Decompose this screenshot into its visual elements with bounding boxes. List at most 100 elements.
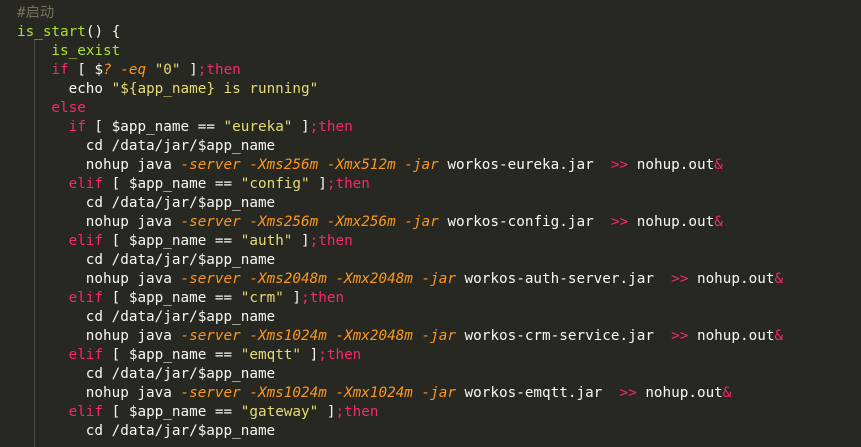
code-token: is_exist (51, 43, 121, 59)
code-editor[interactable]: #启动 is_start() {is_existif [ $? -eq "0" ]… (0, 0, 861, 447)
code-line[interactable]: is_start() { (17, 23, 783, 42)
code-line[interactable]: cd /data/jar/$app_name (17, 137, 783, 156)
code-token: -Xms1024m (249, 328, 327, 344)
code-token: cd /data/jar/$app_name (85, 138, 276, 154)
code-token: nohup.out (636, 385, 723, 401)
code-token: workos-auth-server.jar (455, 271, 672, 287)
code-token: nohup java (85, 157, 181, 173)
code-token: & (714, 214, 723, 230)
code-token: "crm" (240, 290, 284, 306)
code-token: elif (68, 347, 104, 363)
code-token: workos-eureka.jar (438, 157, 611, 173)
code-token: -jar (404, 214, 439, 230)
code-line[interactable]: cd /data/jar/$app_name (17, 194, 783, 213)
code-line[interactable]: cd /data/jar/$app_name (17, 422, 783, 441)
code-token: -jar (421, 385, 456, 401)
code-token: -jar (421, 328, 456, 344)
code-token: ;then (335, 404, 379, 420)
code-token: >> (671, 271, 689, 287)
code-token: -eq (120, 62, 147, 78)
code-token: ;then (309, 119, 353, 135)
code-token: & (722, 385, 732, 401)
code-token: -jar (404, 157, 439, 173)
code-token: nohup java (85, 214, 181, 230)
code-token: [ $app_name == (103, 347, 241, 363)
code-token: ] (283, 290, 302, 306)
code-line[interactable]: elif [ $app_name == "gateway" ];then (17, 403, 783, 422)
code-token: [ $app_name == (103, 404, 241, 420)
code-token: workos-emqtt.jar (455, 385, 620, 401)
code-token: "eureka" (223, 119, 293, 135)
code-line[interactable]: cd /data/jar/$app_name (17, 308, 783, 327)
code-token: if (68, 119, 86, 135)
code-token: "config" (240, 176, 310, 192)
code-line[interactable]: cd /data/jar/$app_name (17, 365, 783, 384)
code-token: & (774, 328, 784, 344)
code-line[interactable]: nohup java -server -Xms256m -Xmx512m -ja… (17, 156, 783, 175)
code-token: -server (180, 271, 241, 287)
code-token: ] (301, 347, 319, 363)
code-token: ] (292, 119, 310, 135)
code-line[interactable]: nohup java -server -Xms256m -Xmx256m -ja… (17, 213, 783, 232)
code-line[interactable]: if [ $? -eq "0" ];then (17, 61, 783, 80)
code-token: [ $app_name == (85, 119, 224, 135)
code-line[interactable]: nohup java -server -Xms1024m -Xmx1024m -… (17, 384, 783, 403)
code-token: >> (619, 385, 637, 401)
code-token: & (774, 271, 784, 287)
code-token: -Xms2048m (249, 271, 327, 287)
code-token: ] (318, 404, 336, 420)
code-token: () { (85, 24, 121, 40)
code-token: ] (309, 176, 327, 192)
code-token: -server (180, 214, 241, 230)
code-token: ] (180, 62, 198, 78)
code-token: -Xms256m (249, 214, 319, 230)
code-token: workos-crm-service.jar (455, 328, 672, 344)
code-token: cd /data/jar/$app_name (85, 252, 276, 268)
code-token: ;then (309, 233, 353, 249)
code-token: -Xmx256m (326, 214, 396, 230)
code-line[interactable]: #启动 (17, 4, 783, 23)
code-token: ;then (326, 176, 370, 192)
code-token: -server (180, 385, 241, 401)
code-token: ;then (197, 62, 241, 78)
code-token: $ (94, 62, 104, 78)
code-line[interactable]: nohup java -server -Xms1024m -Xmx2048m -… (17, 327, 783, 346)
code-token: -Xmx2048m (335, 271, 413, 287)
code-token: -Xms256m (249, 157, 319, 173)
code-token: nohup java (85, 385, 181, 401)
code-line[interactable]: elif [ $app_name == "config" ];then (17, 175, 783, 194)
code-token: -Xms1024m (249, 385, 327, 401)
code-token: elif (68, 176, 104, 192)
code-lines[interactable]: #启动 is_start() {is_existif [ $? -eq "0" ]… (17, 4, 783, 441)
code-line[interactable]: is_exist (17, 42, 783, 61)
code-token: elif (68, 233, 104, 249)
code-token: [ $app_name == (103, 176, 241, 192)
code-line[interactable]: elif [ $app_name == "auth" ];then (17, 232, 783, 251)
code-token: "${app_name} is running" (111, 81, 319, 97)
code-token: nohup.out (628, 214, 715, 230)
code-line[interactable]: nohup java -server -Xms2048m -Xmx2048m -… (17, 270, 783, 289)
code-token: ? (103, 62, 112, 78)
code-line[interactable]: if [ $app_name == "eureka" ];then (17, 118, 783, 137)
code-line[interactable]: cd /data/jar/$app_name (17, 251, 783, 270)
code-token: cd /data/jar/$app_name (85, 366, 276, 382)
code-token: cd /data/jar/$app_name (85, 423, 276, 439)
code-token: -Xmx512m (326, 157, 396, 173)
code-line[interactable]: elif [ $app_name == "crm" ];then (17, 289, 783, 308)
code-token: "gateway" (240, 404, 319, 420)
code-line[interactable]: else (17, 99, 783, 118)
code-line[interactable]: elif [ $app_name == "emqtt" ];then (17, 346, 783, 365)
code-token: ] (292, 233, 310, 249)
code-line[interactable]: echo "${app_name} is running" (17, 80, 783, 99)
code-token: workos-config.jar (438, 214, 611, 230)
code-token: #启动 (17, 5, 55, 21)
code-token: "emqtt" (240, 347, 302, 363)
code-token: [ (68, 62, 95, 78)
code-token: elif (68, 404, 104, 420)
code-token: -Xmx2048m (335, 328, 413, 344)
